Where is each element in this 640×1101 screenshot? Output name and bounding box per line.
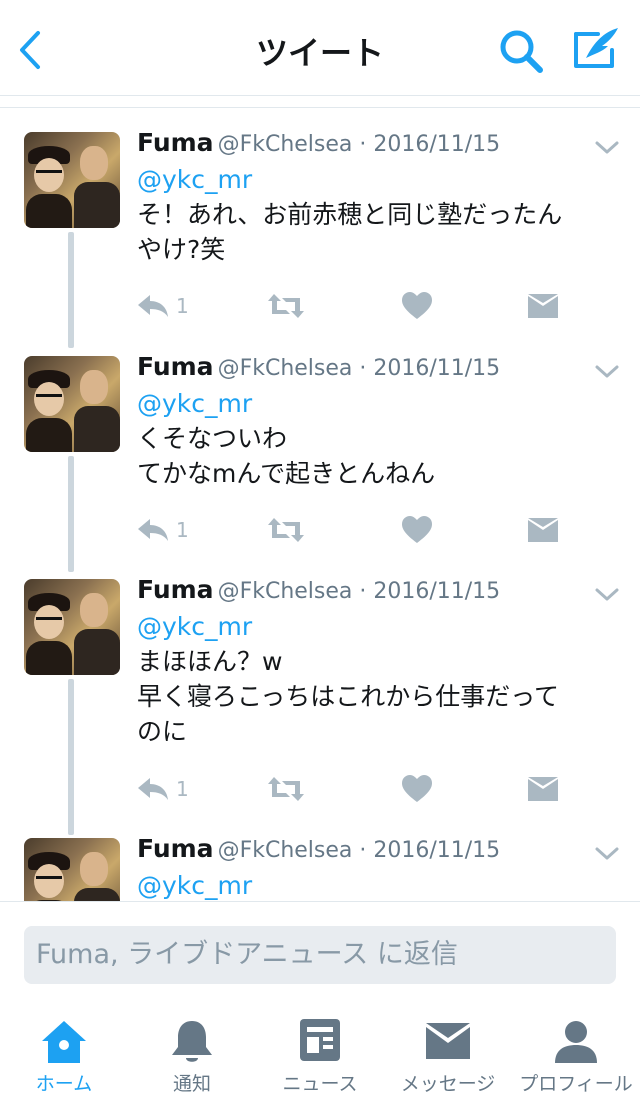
chevron-down-icon[interactable] — [594, 138, 620, 158]
retweet-button[interactable] — [266, 286, 306, 326]
chevron-down-icon[interactable] — [594, 585, 620, 605]
tweet-line: まほほん？w — [137, 647, 283, 676]
tweet-meta: Fuma @FkChelsea · 2016/11/15 — [137, 128, 500, 162]
reply-input[interactable]: Fuma, ライブドアニュース に返信 — [24, 926, 616, 984]
tab-messages[interactable]: メッセージ — [384, 1001, 512, 1101]
reply-button[interactable]: 1 — [136, 769, 189, 809]
thread-line — [68, 456, 74, 572]
mention-link[interactable]: @ykc_mr — [137, 609, 627, 644]
tweet-actions: 1 — [136, 769, 616, 809]
tab-label: プロフィール — [519, 1073, 633, 1095]
tweet-text: @ykc_mr くそなついわ てかなmんで起きとんねん — [137, 386, 627, 491]
news-icon — [300, 1019, 340, 1061]
tweet-line: そ！あれ、お前赤穂と同じ塾だったん — [137, 200, 563, 229]
reply-bar: Fuma, ライブドアニュース に返信 — [0, 901, 640, 1001]
avatar[interactable] — [24, 838, 120, 901]
retweet-icon — [268, 777, 304, 801]
avatar[interactable] — [24, 356, 120, 452]
tab-label: メッセージ — [400, 1073, 496, 1095]
tweet-meta: Fuma @FkChelsea · 2016/11/15 — [137, 575, 500, 609]
mention-link[interactable]: @ykc_mr — [137, 162, 627, 197]
retweet-button[interactable] — [266, 769, 306, 809]
reply-icon — [138, 295, 168, 317]
direct-message-button[interactable] — [528, 769, 558, 809]
handle-and-date: @FkChelsea · 2016/11/15 — [217, 838, 501, 863]
thread-line — [68, 679, 74, 835]
heart-icon — [402, 516, 432, 543]
mention-link[interactable]: @ykc_mr — [137, 386, 627, 421]
tab-label: ホーム — [35, 1073, 93, 1095]
tweet-meta: Fuma @FkChelsea · 2016/11/15 — [137, 834, 500, 868]
direct-message-button[interactable] — [528, 510, 558, 550]
tab-notifications[interactable]: 通知 — [128, 1001, 256, 1101]
tweet-text: @ykc_mr そ！あれ、お前赤穂と同じ塾だったん やけ?笑 — [137, 162, 627, 267]
tweet-line: くそなついわ — [137, 424, 288, 453]
reply-icon — [138, 519, 168, 541]
reply-button[interactable]: 1 — [136, 286, 189, 326]
search-button[interactable] — [496, 26, 548, 78]
reply-icon — [138, 778, 168, 800]
mention-link[interactable]: @ykc_mr — [137, 868, 627, 901]
handle-and-date: @FkChelsea · 2016/11/15 — [217, 356, 501, 381]
tab-news[interactable]: ニュース — [256, 1001, 384, 1101]
tweet-meta: Fuma @FkChelsea · 2016/11/15 — [137, 352, 500, 386]
envelope-icon — [528, 777, 558, 801]
search-icon — [500, 30, 543, 73]
timeline-gap — [0, 96, 640, 108]
display-name[interactable]: Fuma — [137, 128, 214, 157]
tab-home[interactable]: ホーム — [0, 1001, 128, 1101]
retweet-icon — [268, 518, 304, 542]
chevron-down-icon[interactable] — [594, 844, 620, 864]
display-name[interactable]: Fuma — [137, 575, 214, 604]
reply-count: 1 — [176, 777, 189, 801]
like-button[interactable] — [402, 510, 432, 550]
heart-icon — [402, 775, 432, 802]
retweet-icon — [268, 294, 304, 318]
reply-button[interactable]: 1 — [136, 510, 189, 550]
tab-label: ニュース — [282, 1073, 358, 1095]
like-button[interactable] — [402, 286, 432, 326]
envelope-icon — [528, 294, 558, 318]
handle-and-date: @FkChelsea · 2016/11/15 — [217, 579, 501, 604]
compose-tweet-button[interactable] — [568, 24, 624, 76]
conversation-timeline[interactable]: Fuma @FkChelsea · 2016/11/15 @ykc_mr そ！あれ… — [0, 108, 640, 901]
tweet-line: 早く寝ろこっちはこれから仕事だって — [137, 682, 560, 711]
tweet-line: てかなmんで起きとんねん — [137, 459, 436, 488]
tab-profile[interactable]: プロフィール — [512, 1001, 640, 1101]
handle-and-date: @FkChelsea · 2016/11/15 — [217, 132, 501, 157]
top-nav-bar: ツイート — [0, 0, 640, 96]
bottom-tab-bar: ホーム 通知 ニュース メッセージ プロフィール — [0, 1001, 640, 1101]
display-name[interactable]: Fuma — [137, 352, 214, 381]
tweet-line: のに — [137, 717, 188, 746]
thread-line — [68, 232, 74, 348]
tweet-text: @ykc_mr — [137, 868, 627, 901]
home-icon — [42, 1021, 86, 1063]
envelope-icon — [426, 1023, 470, 1059]
heart-icon — [402, 292, 432, 319]
quill-icon — [574, 28, 618, 68]
like-button[interactable] — [402, 769, 432, 809]
person-icon — [555, 1021, 597, 1063]
tab-label: 通知 — [172, 1073, 211, 1095]
retweet-button[interactable] — [266, 510, 306, 550]
avatar[interactable] — [24, 132, 120, 228]
bell-icon — [172, 1021, 212, 1062]
tweet-text: @ykc_mr まほほん？w 早く寝ろこっちはこれから仕事だって のに — [137, 609, 627, 749]
envelope-icon — [528, 518, 558, 542]
reply-count: 1 — [176, 518, 189, 542]
tweet-actions: 1 — [136, 286, 616, 326]
chevron-down-icon[interactable] — [594, 362, 620, 382]
direct-message-button[interactable] — [528, 286, 558, 326]
tweet-actions: 1 — [136, 510, 616, 550]
tweet-line: やけ?笑 — [137, 235, 226, 264]
avatar[interactable] — [24, 579, 120, 675]
display-name[interactable]: Fuma — [137, 834, 214, 863]
reply-count: 1 — [176, 294, 189, 318]
